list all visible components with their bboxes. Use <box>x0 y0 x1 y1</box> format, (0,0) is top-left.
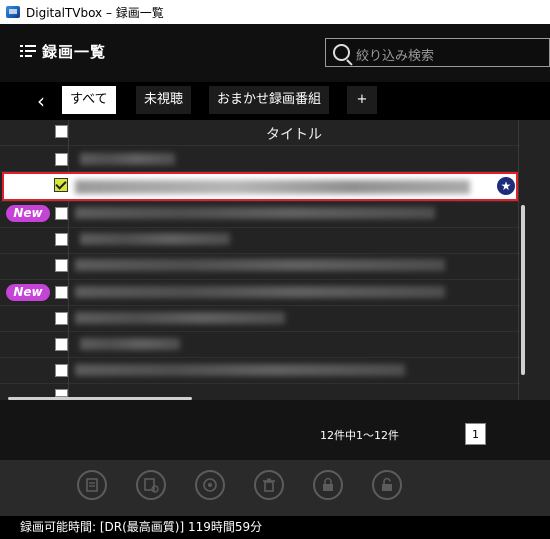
row-checkbox[interactable] <box>55 207 68 220</box>
blurred-title <box>75 180 470 194</box>
app-logo-icon <box>6 6 20 18</box>
row-checkbox[interactable] <box>55 312 68 325</box>
list-row[interactable] <box>0 227 520 254</box>
blurred-title <box>75 259 445 271</box>
unlock-icon[interactable] <box>372 470 402 500</box>
add-tab-button[interactable]: + <box>347 86 377 114</box>
recordable-time-text: 録画可能時間: [DR(最高画質)] 119時間59分 <box>20 520 263 534</box>
vertical-scrollbar[interactable] <box>521 205 525 375</box>
select-all-checkbox[interactable] <box>55 125 68 138</box>
dub-icon[interactable] <box>136 470 166 500</box>
tab-unwatched[interactable]: 未視聴 <box>136 86 192 114</box>
list-row[interactable] <box>0 145 520 172</box>
disc-icon[interactable] <box>195 470 225 500</box>
row-checkbox[interactable] <box>55 259 68 272</box>
blurred-title <box>80 338 180 350</box>
blurred-title <box>75 207 435 219</box>
row-checkbox-checked[interactable] <box>54 178 68 192</box>
blurred-title <box>80 153 175 165</box>
back-arrow-icon[interactable]: ‹ <box>30 89 52 113</box>
edit-icon[interactable] <box>77 470 107 500</box>
tab-auto-record[interactable]: おまかせ録画番組 <box>209 86 330 114</box>
list-row[interactable] <box>0 331 520 358</box>
column-divider <box>68 120 69 400</box>
blurred-title <box>75 312 285 324</box>
page-button[interactable]: 1 <box>465 423 486 445</box>
star-icon: ★ <box>497 177 515 195</box>
column-divider <box>518 120 519 400</box>
row-checkbox[interactable] <box>55 233 68 246</box>
status-bar: 録画可能時間: [DR(最高画質)] 119時間59分 <box>0 516 550 539</box>
menu-icon[interactable] <box>20 45 36 57</box>
window-title: DigitalTVbox – 録画一覧 <box>26 5 164 20</box>
page-title: 録画一覧 <box>42 43 107 61</box>
search-input[interactable]: 絞り込み検索 <box>325 38 550 67</box>
search-icon <box>333 44 350 61</box>
row-checkbox[interactable] <box>55 286 68 299</box>
blurred-title <box>80 233 230 245</box>
item-count: 12件中1〜12件 <box>320 429 399 442</box>
tab-all[interactable]: すべて <box>62 86 116 114</box>
search-placeholder: 絞り込み検索 <box>356 49 435 64</box>
trash-icon[interactable] <box>254 470 284 500</box>
blurred-title <box>75 286 445 298</box>
row-checkbox[interactable] <box>55 153 68 166</box>
row-checkbox[interactable] <box>55 364 68 377</box>
lock-icon[interactable] <box>313 470 343 500</box>
row-checkbox[interactable] <box>55 338 68 351</box>
window-titlebar: DigitalTVbox – 録画一覧 <box>0 0 550 24</box>
new-badge: New <box>6 205 50 222</box>
row-checkbox[interactable] <box>55 389 68 397</box>
column-title-header: タイトル <box>266 127 322 143</box>
blurred-title <box>75 364 405 376</box>
new-badge: New <box>6 284 50 301</box>
